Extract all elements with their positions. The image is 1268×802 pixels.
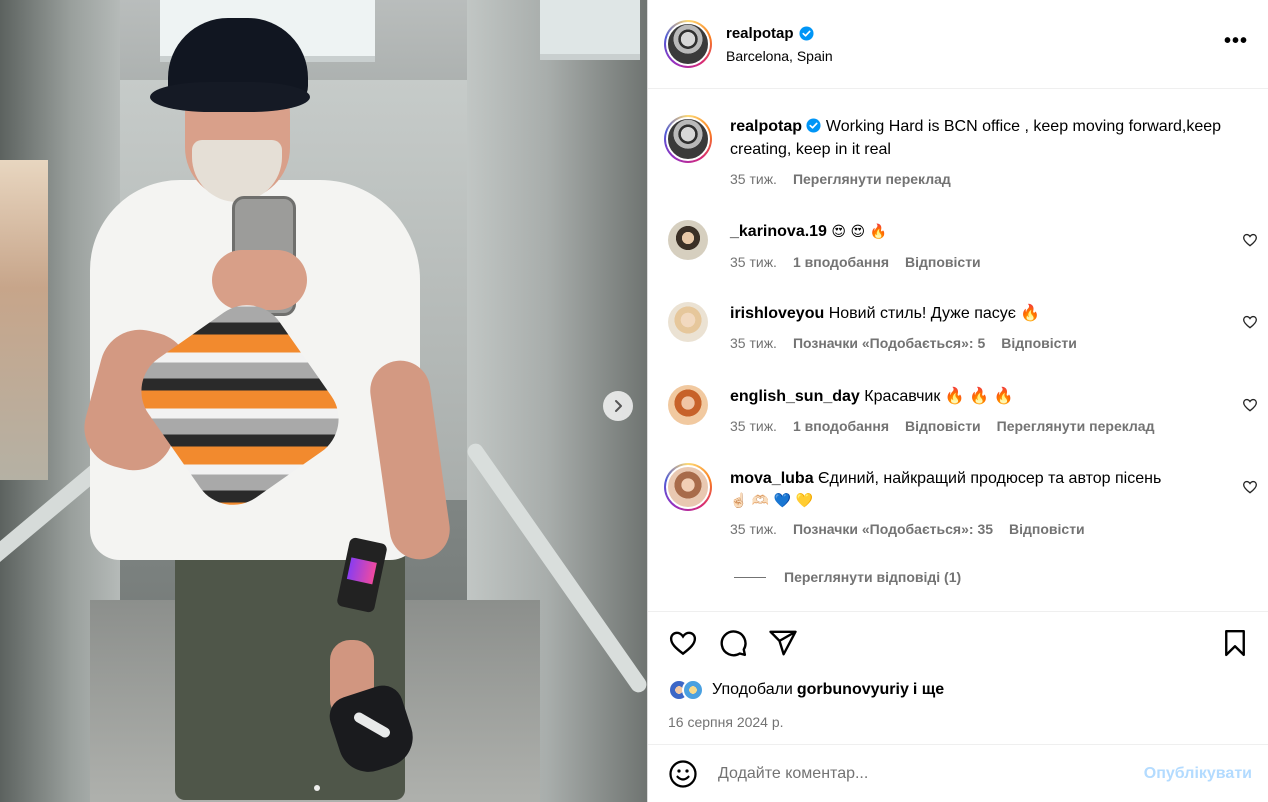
post-side-panel: realpotap Barcelona, Spain ••• realpotap [647, 0, 1268, 802]
liker-avatar[interactable] [682, 679, 704, 701]
commenter-avatar[interactable] [668, 220, 708, 260]
comment-username[interactable]: mova_luba [730, 470, 814, 487]
commenter-avatar[interactable] [668, 385, 708, 425]
hand [212, 250, 307, 310]
caption-time[interactable]: 35 тиж. [730, 171, 777, 187]
comment-likes[interactable]: 1 вподобання [793, 254, 889, 270]
caption-avatar[interactable] [664, 115, 712, 163]
comment-icon[interactable] [718, 628, 748, 658]
comment-reply-button[interactable]: Відповісти [905, 418, 981, 434]
carousel-next-button[interactable] [603, 391, 633, 421]
view-replies-label: Переглянути відповіді (1) [784, 569, 962, 585]
commenter-avatar-story[interactable] [664, 463, 712, 511]
author-avatar[interactable] [664, 20, 712, 68]
comment-likes[interactable]: Позначки «Подобається»: 5 [793, 335, 985, 351]
comment-username[interactable]: _karinova.19 [730, 223, 827, 240]
replies-divider [734, 576, 766, 578]
comment-text: 😍 😍 🔥 [831, 224, 887, 240]
heart-icon[interactable] [668, 628, 698, 658]
post-photo[interactable] [0, 0, 647, 802]
commenter-avatar[interactable] [668, 302, 708, 342]
verified-badge-icon [798, 25, 814, 41]
comment-username[interactable]: english_sun_day [730, 388, 860, 405]
post-modal: realpotap Barcelona, Spain ••• realpotap [0, 0, 1268, 802]
heart-icon[interactable] [1242, 479, 1258, 495]
comment-item: mova_luba Єдиний, найкращий продюсер та … [664, 463, 1258, 537]
comment-username[interactable]: irishloveyou [730, 305, 824, 322]
liked-by: Уподобали gorbunovyuriy і ще [668, 679, 948, 701]
caption-translate-button[interactable]: Переглянути переклад [793, 171, 951, 187]
liked-by-prefix: Уподобали [712, 681, 793, 698]
hat-brim [150, 82, 310, 112]
more-options-button[interactable]: ••• [1224, 31, 1248, 51]
view-replies-button[interactable]: Переглянути відповіді (1) [734, 569, 961, 585]
verified-badge-icon [806, 118, 821, 133]
comment-likes[interactable]: 1 вподобання [793, 418, 889, 434]
comment-reply-button[interactable]: Відповісти [905, 254, 981, 270]
chevron-right-icon [615, 400, 622, 412]
post-location[interactable]: Barcelona, Spain [726, 48, 833, 64]
person-figure [0, 0, 647, 802]
comment-item: _karinova.19 😍 😍 🔥 35 тиж. 1 вподобання … [668, 220, 1258, 270]
comment-item: english_sun_day Красавчик 🔥 🔥 🔥 35 тиж. … [668, 385, 1258, 434]
comment-text: Єдиний, найкращий продюсер та автор пісе… [818, 470, 1162, 487]
comment-item: irishloveyou Новий стиль! Дуже пасує 🔥 3… [668, 302, 1258, 351]
comment-likes[interactable]: Позначки «Подобається»: 35 [793, 521, 993, 537]
post-actions: Уподобали gorbunovyuriy і ще 16 серпня 2… [648, 611, 1268, 744]
heart-icon[interactable] [1242, 232, 1258, 248]
heart-icon[interactable] [1242, 314, 1258, 330]
carousel-dot [314, 785, 320, 791]
publish-button[interactable]: Опублікувати [1144, 765, 1252, 783]
comment-reply-button[interactable]: Відповісти [1001, 335, 1077, 351]
comment-input[interactable] [718, 764, 1098, 783]
bookmark-icon[interactable] [1220, 628, 1250, 658]
liked-by-user[interactable]: gorbunovyuriy [797, 681, 909, 699]
caption-text: Working Hard is BCN office , keep moving… [730, 118, 1222, 158]
heart-icon[interactable] [1242, 397, 1258, 413]
caption-username[interactable]: realpotap [730, 118, 802, 135]
post-caption: realpotap Working Hard is BCN office , k… [664, 115, 1224, 187]
comment-reply-button[interactable]: Відповісти [1009, 521, 1085, 537]
comment-emoji-line: ☝🏻 🫶🏻 💙 💛 [730, 493, 814, 509]
post-header: realpotap Barcelona, Spain ••• [648, 0, 1268, 89]
liked-by-others[interactable]: і ще [913, 681, 944, 699]
post-date[interactable]: 16 серпня 2024 р. [668, 714, 784, 730]
comment-text: Красавчик 🔥 🔥 🔥 [864, 388, 1014, 405]
comment-time[interactable]: 35 тиж. [730, 521, 777, 537]
add-comment-bar: Опублікувати [648, 744, 1268, 802]
share-icon[interactable] [768, 628, 798, 658]
comments-list[interactable]: realpotap Working Hard is BCN office , k… [648, 89, 1268, 611]
comment-time[interactable]: 35 тиж. [730, 335, 777, 351]
comment-time[interactable]: 35 тиж. [730, 254, 777, 270]
emoji-icon[interactable] [668, 759, 698, 789]
comment-translate-button[interactable]: Переглянути переклад [997, 418, 1155, 434]
author-username[interactable]: realpotap [726, 25, 794, 42]
comment-time[interactable]: 35 тиж. [730, 418, 777, 434]
comment-text: Новий стиль! Дуже пасує 🔥 [828, 305, 1041, 322]
